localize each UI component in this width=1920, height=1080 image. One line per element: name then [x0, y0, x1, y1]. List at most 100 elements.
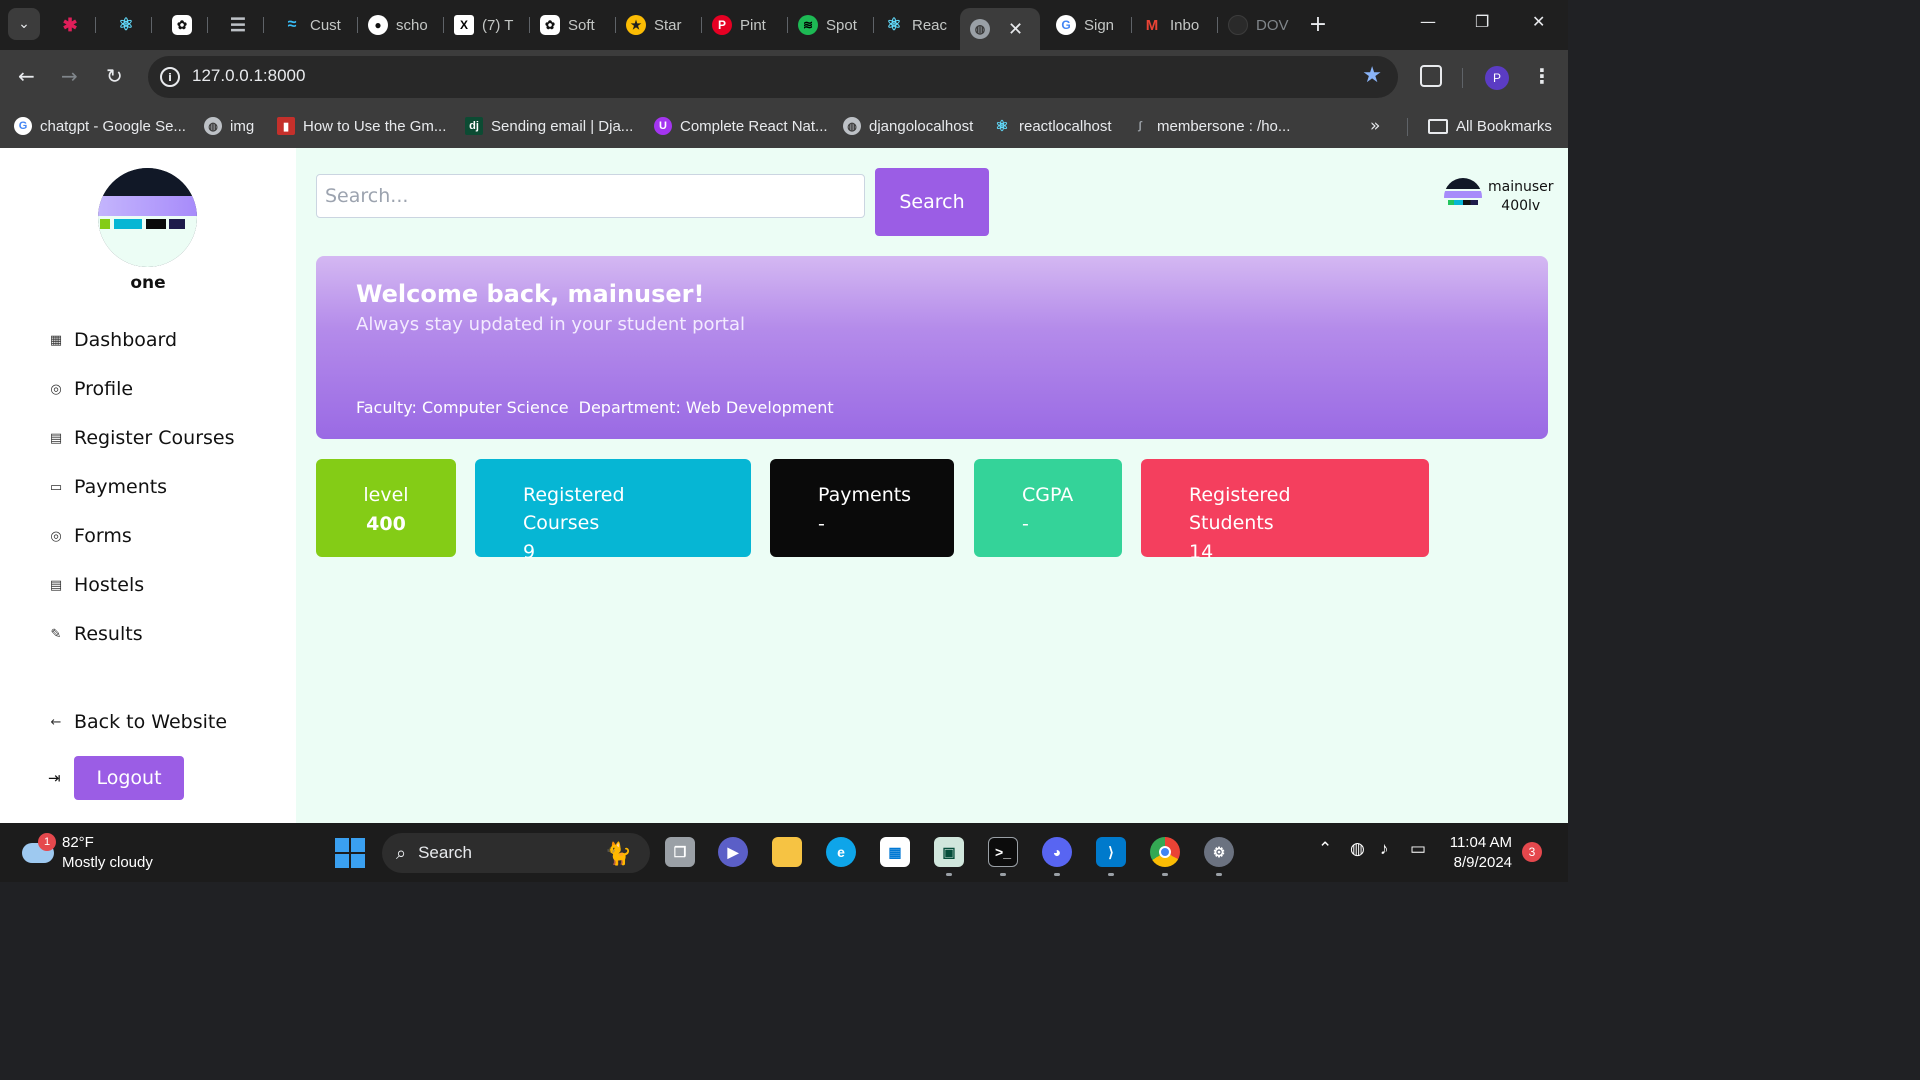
search-button[interactable]: Search	[875, 168, 989, 236]
tab-cust[interactable]: ≈ Cust	[272, 8, 358, 42]
dot-icon	[1228, 15, 1248, 35]
bookmark-item[interactable]: ◍ djangolocalhost	[843, 113, 973, 139]
tab-x[interactable]: X (7) T	[444, 8, 530, 42]
sidebar-item-label: Dashboard	[74, 329, 178, 351]
system-clock[interactable]: 11:04 AM 8/9/2024	[1444, 833, 1512, 873]
bookmark-star-icon[interactable]: ★	[1362, 63, 1382, 88]
sidebar-item-payments[interactable]: ▭ Payments	[48, 472, 167, 502]
settings-gear-icon[interactable]: ⚙	[1204, 837, 1234, 867]
edge-icon[interactable]: e	[826, 837, 856, 867]
tab-google-sign[interactable]: G Sign	[1046, 8, 1132, 42]
all-bookmarks-label: All Bookmarks	[1456, 117, 1552, 135]
vscode-icon[interactable]: ⟩	[1096, 837, 1126, 867]
photos-icon[interactable]: ▣	[934, 837, 964, 867]
forward-arrow-icon[interactable]: →	[61, 64, 78, 88]
tab-scho[interactable]: ● scho	[358, 8, 444, 42]
search-input[interactable]	[316, 174, 865, 218]
sidebar-item-register-courses[interactable]: ▤ Register Courses	[48, 423, 235, 453]
toolbar-divider	[1462, 68, 1463, 88]
tab-star[interactable]: ★ Star	[616, 8, 702, 42]
logout-button[interactable]: Logout	[74, 756, 184, 800]
sidebar-item-label: Profile	[74, 378, 134, 400]
header-user-info: mainuser 400lv	[1488, 178, 1554, 216]
stat-label: Registered Courses	[523, 484, 625, 534]
file-explorer-icon[interactable]	[772, 837, 802, 867]
bookmark-item[interactable]: ∫ membersone : /ho...	[1131, 113, 1290, 139]
task-view-icon[interactable]: ❐	[665, 837, 695, 867]
tab-slack[interactable]: ✱	[50, 8, 96, 42]
header-user-chip[interactable]: mainuser 400lv	[1444, 178, 1554, 216]
address-url[interactable]: 127.0.0.1:8000	[192, 66, 305, 86]
reload-icon[interactable]: ↻	[106, 64, 123, 88]
tab-search-button[interactable]: ⌄	[8, 8, 40, 40]
bookmark-item[interactable]: dj Sending email | Dja...	[465, 113, 633, 139]
tray-chevron-up-icon[interactable]: ⌃	[1318, 839, 1332, 859]
bookmark-label: chatgpt - Google Se...	[40, 117, 186, 135]
all-bookmarks[interactable]: All Bookmarks	[1428, 113, 1552, 139]
tab-soft[interactable]: ✿ Soft	[530, 8, 616, 42]
browser-tabstrip: ⌄ ✱ ⚛ ✿ ☰ ≈ Cust ● scho X (7) T ✿ Soft ★ Star…	[0, 0, 1568, 50]
store-icon[interactable]: ▦	[880, 837, 910, 867]
address-bar[interactable]: i 127.0.0.1:8000 ★	[148, 56, 1398, 98]
arrow-left-icon: ←	[50, 714, 62, 730]
tab-react-2[interactable]: ⚛ Reac	[874, 8, 960, 42]
back-to-website-link[interactable]: ← Back to Website	[48, 707, 227, 737]
volume-icon[interactable]: ♪	[1380, 839, 1389, 859]
sidebar-item-dashboard[interactable]: ▦ Dashboard	[48, 325, 177, 355]
running-indicator	[1216, 873, 1222, 876]
menu-kebab-icon[interactable]: ⋮	[1532, 64, 1552, 88]
close-window-icon[interactable]: ✕	[1532, 12, 1545, 31]
network-globe-icon[interactable]: ◍	[1350, 839, 1365, 859]
taskbar-search-label: Search	[418, 843, 472, 862]
bookmark-label: How to Use the Gm...	[303, 117, 447, 135]
tab-react-1[interactable]: ⚛	[106, 8, 152, 42]
discord-icon[interactable]: ◕	[1042, 837, 1072, 867]
back-arrow-icon[interactable]: ←	[18, 64, 35, 88]
running-indicator	[1000, 873, 1006, 876]
minimize-icon[interactable]: —	[1420, 12, 1436, 31]
new-tab-plus-icon[interactable]: +	[1304, 10, 1332, 38]
tab-dov[interactable]: DOV	[1218, 8, 1304, 42]
chrome-icon[interactable]	[1150, 837, 1180, 867]
credit-card-icon: ▭	[49, 479, 63, 495]
profile-avatar[interactable]: P	[1485, 66, 1509, 90]
tab-pinterest[interactable]: P Pint	[702, 8, 788, 42]
google-icon: G	[14, 117, 32, 135]
meet-icon[interactable]: ▶	[718, 837, 748, 867]
sidebar-item-label: Results	[74, 623, 143, 645]
bookmarks-overflow-icon[interactable]: »	[1370, 116, 1380, 136]
bookmark-item[interactable]: ⚛ reactlocalhost	[993, 113, 1111, 139]
tab-close-icon[interactable]: ✕	[1008, 19, 1023, 40]
extensions-icon[interactable]	[1420, 65, 1442, 87]
windows-start-icon[interactable]	[335, 838, 365, 868]
notification-badge[interactable]: 3	[1522, 842, 1542, 862]
tab-active-localhost[interactable]: ◍ ✕	[960, 8, 1040, 50]
sidebar-item-profile[interactable]: ◎ Profile	[48, 374, 133, 404]
browser-toolbar: ← → ↻ i 127.0.0.1:8000 ★ P ⋮	[0, 50, 1568, 104]
stat-value: 14	[1189, 541, 1214, 563]
battery-icon[interactable]: ▭	[1410, 839, 1426, 859]
bookmark-item[interactable]: U Complete React Nat...	[654, 113, 828, 139]
tab-list[interactable]: ☰	[218, 8, 264, 42]
bookmark-item[interactable]: ◍ img	[204, 113, 254, 139]
python-icon: ∫	[1138, 120, 1142, 132]
tab-label: Cust	[310, 16, 341, 34]
tab-gmail[interactable]: M Inbo	[1132, 8, 1218, 42]
tab-spotify[interactable]: ≋ Spot	[788, 8, 874, 42]
bookmark-item[interactable]: Gchatgpt - Google Se...	[14, 113, 186, 139]
sidebar-item-label: Payments	[74, 476, 168, 498]
weather-info: 82°F Mostly cloudy	[62, 833, 153, 873]
site-info-icon[interactable]: i	[160, 67, 180, 87]
tab-chatgpt-1[interactable]: ✿	[162, 8, 208, 42]
welcome-subtitle: Always stay updated in your student port…	[356, 314, 746, 335]
sidebar-item-hostels[interactable]: ▤ Hostels	[48, 570, 144, 600]
bookmark-item[interactable]: ▮ How to Use the Gm...	[277, 113, 446, 139]
restore-icon[interactable]: ❐	[1475, 12, 1489, 31]
logout-row: ⇥ Logout	[48, 756, 184, 800]
globe-icon: ◍	[204, 117, 222, 135]
sidebar-item-results[interactable]: ✎ Results	[48, 619, 143, 649]
sidebar-item-forms[interactable]: ◎ Forms	[48, 521, 131, 551]
taskbar-search[interactable]: ⌕ Search 🐈	[382, 833, 650, 873]
terminal-icon[interactable]: >_	[988, 837, 1018, 867]
stat-card-payments: Payments -	[770, 459, 954, 557]
